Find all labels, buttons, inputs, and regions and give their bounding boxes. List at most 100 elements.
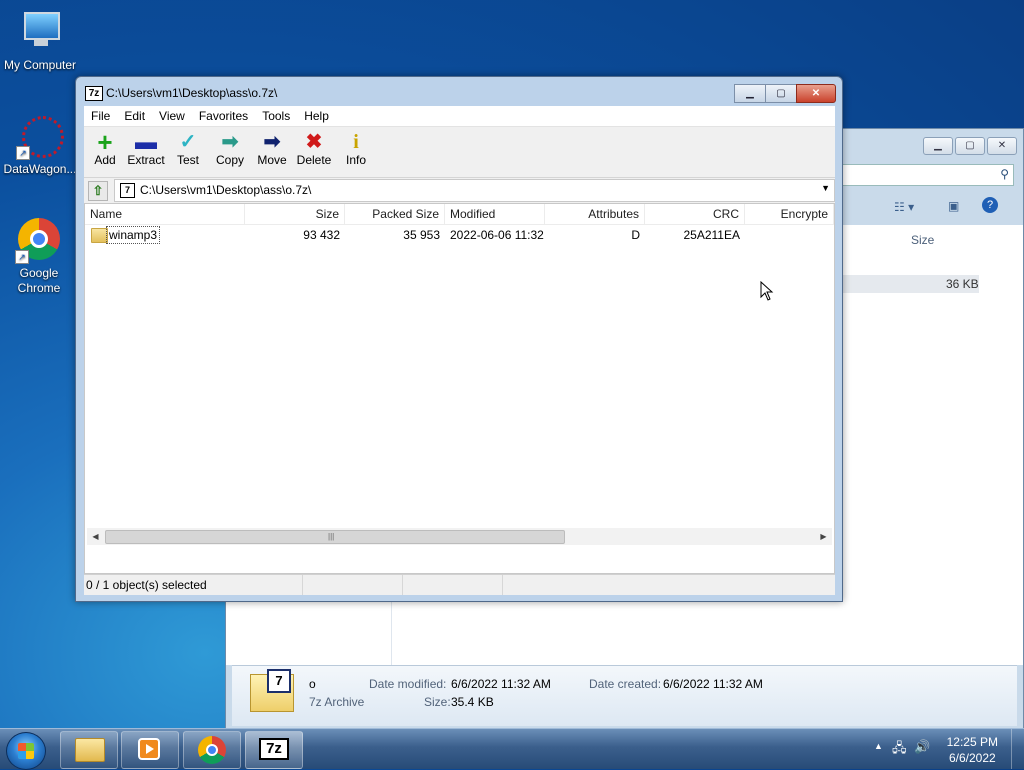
folder-icon bbox=[75, 738, 105, 762]
details-file-name: o bbox=[309, 677, 316, 691]
media-player-icon bbox=[138, 738, 160, 760]
7zip-title-bar[interactable]: 7z C:\Users\vm1\Desktop\ass\o.7z\ ▁ ▢ ✕ bbox=[76, 77, 842, 105]
taskbar-media-player[interactable] bbox=[121, 731, 179, 769]
details-size-label: Size: bbox=[424, 695, 451, 709]
status-bar: 0 / 1 object(s) selected bbox=[84, 574, 835, 595]
7zip-app-icon: 7z bbox=[85, 86, 103, 101]
row-name[interactable]: winamp3 bbox=[106, 226, 161, 244]
shortcut-arrow-icon: ↗ bbox=[16, 146, 30, 160]
horizontal-scrollbar[interactable]: ◀ ||| ▶ bbox=[87, 528, 832, 545]
menu-file[interactable]: File bbox=[84, 106, 117, 126]
delete-button[interactable]: ✖ Delete bbox=[293, 131, 335, 167]
desktop-icon-google-chrome[interactable]: ↗ Google Chrome bbox=[0, 216, 78, 296]
7zip-window[interactable]: 7z C:\Users\vm1\Desktop\ass\o.7z\ ▁ ▢ ✕ … bbox=[75, 76, 843, 602]
move-label: Move bbox=[257, 153, 287, 167]
taskbar-chrome[interactable] bbox=[183, 731, 241, 769]
details-size: 35.4 KB bbox=[451, 695, 494, 709]
move-button[interactable]: ➡ Move bbox=[251, 131, 293, 167]
plus-icon: + bbox=[97, 127, 113, 157]
menu-help[interactable]: Help bbox=[297, 106, 336, 126]
up-folder-icon[interactable]: ⇧ bbox=[88, 181, 108, 201]
details-date-created-label: Date created: bbox=[589, 677, 662, 691]
menu-bar: File Edit View Favorites Tools Help bbox=[84, 106, 835, 127]
copy-button[interactable]: ➡ Copy bbox=[209, 131, 251, 167]
explorer-toolbar: ☷ ▾ ▣ ? bbox=[842, 195, 1018, 221]
details-date-modified-label: Date modified: bbox=[369, 677, 447, 691]
volume-icon[interactable]: 🔊 bbox=[914, 739, 930, 755]
clock[interactable]: 12:25 PM 6/6/2022 bbox=[947, 734, 998, 766]
maximize-button[interactable]: ▢ bbox=[765, 84, 797, 103]
address-input[interactable]: 7 C:\Users\vm1\Desktop\ass\o.7z\ ▼ bbox=[114, 179, 835, 202]
add-button[interactable]: + Add bbox=[84, 127, 126, 167]
maximize-button[interactable]: ▢ bbox=[955, 137, 985, 155]
desktop-icon-datawagon[interactable]: ↗ DataWagon... bbox=[0, 112, 80, 177]
scroll-left-icon[interactable]: ◀ bbox=[87, 528, 104, 545]
desktop-icon-my-computer[interactable]: My Computer bbox=[0, 8, 80, 73]
column-header-size[interactable]: Size bbox=[245, 204, 345, 224]
minimize-button[interactable]: ▁ bbox=[734, 84, 766, 103]
column-header-packed-size[interactable]: Packed Size bbox=[345, 204, 445, 224]
close-button[interactable]: ✕ bbox=[987, 137, 1017, 155]
test-button[interactable]: ✓ Test bbox=[167, 131, 209, 167]
help-icon[interactable]: ? bbox=[982, 197, 998, 213]
scroll-right-icon[interactable]: ▶ bbox=[815, 528, 832, 545]
add-label: Add bbox=[94, 153, 116, 167]
column-header-size[interactable]: Size bbox=[911, 233, 934, 247]
column-header-attributes[interactable]: Attributes bbox=[545, 204, 645, 224]
minus-icon: ▬ bbox=[135, 129, 157, 154]
search-input[interactable]: ⚲ bbox=[842, 164, 1014, 186]
column-header-name[interactable]: Name bbox=[85, 204, 245, 224]
menu-tools[interactable]: Tools bbox=[255, 106, 297, 126]
start-button[interactable] bbox=[6, 732, 46, 770]
info-button[interactable]: i Info bbox=[335, 131, 377, 167]
menu-edit[interactable]: Edit bbox=[117, 106, 152, 126]
mouse-cursor-icon bbox=[760, 281, 774, 301]
clock-date: 6/6/2022 bbox=[948, 751, 996, 765]
menu-favorites[interactable]: Favorites bbox=[192, 106, 255, 126]
test-label: Test bbox=[176, 153, 199, 167]
grip-icon: ||| bbox=[328, 532, 335, 541]
7z-archive-icon: 7 bbox=[120, 183, 135, 198]
row-encrypted bbox=[745, 225, 834, 245]
column-header-modified[interactable]: Modified bbox=[445, 204, 545, 224]
row-modified: 2022-06-06 11:32 bbox=[450, 228, 544, 242]
close-button[interactable]: ✕ bbox=[796, 84, 836, 103]
desktop-icon-label: DataWagon... bbox=[3, 162, 77, 176]
desktop-icon-label: My Computer bbox=[3, 58, 77, 72]
row-size: 93 432 bbox=[303, 228, 340, 242]
address-path: C:\Users\vm1\Desktop\ass\o.7z\ bbox=[140, 183, 312, 197]
column-header-encrypted[interactable]: Encrypte bbox=[745, 204, 834, 224]
file-list[interactable]: Name Size Packed Size Modified Attribute… bbox=[84, 203, 835, 574]
table-row[interactable]: winamp3 93 432 35 953 2022-06-06 11:32 D… bbox=[85, 225, 834, 245]
desktop-icon-label: Google Chrome bbox=[17, 266, 61, 295]
show-hidden-icons-icon[interactable]: ▲ bbox=[874, 741, 883, 751]
extract-label: Extract bbox=[127, 153, 165, 167]
view-options-icon[interactable]: ☷ ▾ bbox=[894, 200, 914, 214]
info-icon: i bbox=[353, 131, 359, 153]
chrome-icon bbox=[198, 736, 226, 764]
chevron-down-icon[interactable]: ▼ bbox=[821, 183, 830, 193]
address-bar: ⇧ 7 C:\Users\vm1\Desktop\ass\o.7z\ ▼ bbox=[84, 178, 835, 202]
menu-view[interactable]: View bbox=[152, 106, 192, 126]
row-crc: 25A211EA bbox=[683, 228, 741, 242]
clock-time: 12:25 PM bbox=[946, 735, 998, 749]
minimize-button[interactable]: ▁ bbox=[923, 137, 953, 155]
column-header-crc[interactable]: CRC bbox=[645, 204, 745, 224]
window-title: C:\Users\vm1\Desktop\ass\o.7z\ bbox=[106, 86, 278, 100]
shortcut-arrow-icon: ↗ bbox=[15, 250, 29, 264]
preview-pane-icon[interactable]: ▣ bbox=[948, 199, 959, 213]
network-icon[interactable]: 🖧 bbox=[892, 739, 907, 761]
scrollbar-thumb[interactable]: ||| bbox=[105, 530, 565, 544]
copy-arrow-icon: ➡ bbox=[221, 131, 239, 153]
info-label: Info bbox=[345, 153, 366, 167]
extract-button[interactable]: ▬ Extract bbox=[125, 129, 167, 168]
taskbar-7zip[interactable]: 7z bbox=[245, 731, 303, 769]
show-desktop-button[interactable] bbox=[1011, 729, 1024, 769]
explorer-window-controls: ▁ ▢ ✕ bbox=[923, 137, 1017, 155]
status-segment bbox=[503, 575, 835, 595]
datawagon-icon: ↗ bbox=[16, 112, 64, 160]
taskbar-explorer[interactable] bbox=[60, 731, 118, 769]
details-file-type: 7z Archive bbox=[309, 695, 365, 709]
7zip-icon: 7z bbox=[259, 738, 289, 760]
list-header: Name Size Packed Size Modified Attribute… bbox=[85, 204, 834, 225]
